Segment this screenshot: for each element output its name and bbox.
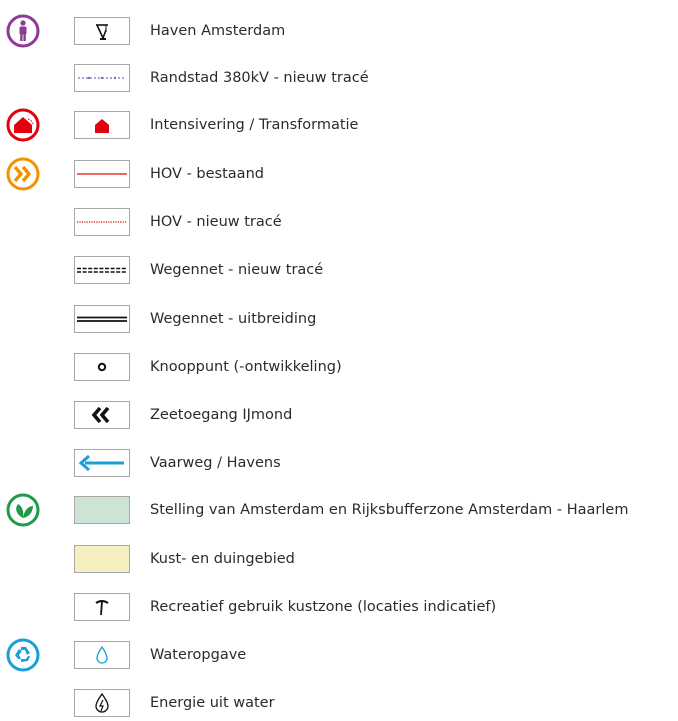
legend-label: HOV - bestaand [150,166,264,182]
legend-item-wegennet-nieuw: Wegennet - nieuw tracé [0,253,678,287]
legend-item-randstad-380kv: Randstad 380kV - nieuw tracé [0,61,678,95]
pickaxe-icon [74,593,130,621]
ring-icon [74,353,130,381]
double-chevron-icon [74,401,130,429]
black-double-line-icon [74,305,130,333]
legend-label: Wegennet - nieuw tracé [150,262,324,278]
legend-item-wegennet-uitbreiding: Wegennet - uitbreiding [0,302,678,336]
legend-item-stelling: Stelling van Amsterdam en Rijksbufferzon… [0,493,678,527]
water-drop-icon [74,641,130,669]
legend-item-energie: Energie uit water [0,686,678,720]
legend-label: Energie uit water [150,695,275,711]
black-dashed-double-line-icon [74,256,130,284]
chevrons-theme-icon [6,157,40,191]
dashed-blue-line-icon [74,64,130,92]
recycle-theme-icon [6,638,40,672]
legend-label: Kust- en duingebied [150,551,295,567]
legend-label: Knooppunt (-ontwikkeling) [150,359,342,375]
legend-label: Haven Amsterdam [150,23,286,39]
legend-item-recreatief: Recreatief gebruik kustzone (locaties in… [0,590,678,624]
legend-label: Vaarweg / Havens [150,455,281,471]
legend-label: HOV - nieuw tracé [150,214,282,230]
red-house-icon [74,111,130,139]
legend-label: Randstad 380kV - nieuw tracé [150,70,369,86]
legend-label: Intensivering / Transformatie [150,117,359,133]
green-area-icon [74,496,130,524]
legend-item-wateropgave: Wateropgave [0,638,678,672]
legend-label: Wateropgave [150,647,247,663]
legend: Haven Amsterdam Randstad 380kV - nieuw t… [0,0,678,721]
legend-item-intensivering: Intensivering / Transformatie [0,108,678,142]
legend-item-haven-amsterdam: Haven Amsterdam [0,14,678,48]
person-theme-icon [6,14,40,48]
legend-label: Stelling van Amsterdam en Rijksbufferzon… [150,502,629,518]
blue-arrow-icon [74,449,130,477]
red-dotted-line-icon [74,208,130,236]
energy-drop-icon [74,689,130,717]
legend-item-kust-duin: Kust- en duingebied [0,542,678,576]
legend-label: Recreatief gebruik kustzone (locaties in… [150,599,497,615]
legend-item-hov-nieuw: HOV - nieuw tracé [0,205,678,239]
legend-item-vaarweg: Vaarweg / Havens [0,446,678,480]
house-theme-icon [6,108,40,142]
legend-item-hov-bestaand: HOV - bestaand [0,157,678,191]
legend-item-zeetoegang: Zeetoegang IJmond [0,398,678,432]
legend-label: Zeetoegang IJmond [150,407,293,423]
leaf-theme-icon [6,493,40,527]
legend-label: Wegennet - uitbreiding [150,311,317,327]
red-line-icon [74,160,130,188]
yellow-area-icon [74,545,130,573]
crane-icon [74,17,130,45]
legend-item-knooppunt: Knooppunt (-ontwikkeling) [0,350,678,384]
